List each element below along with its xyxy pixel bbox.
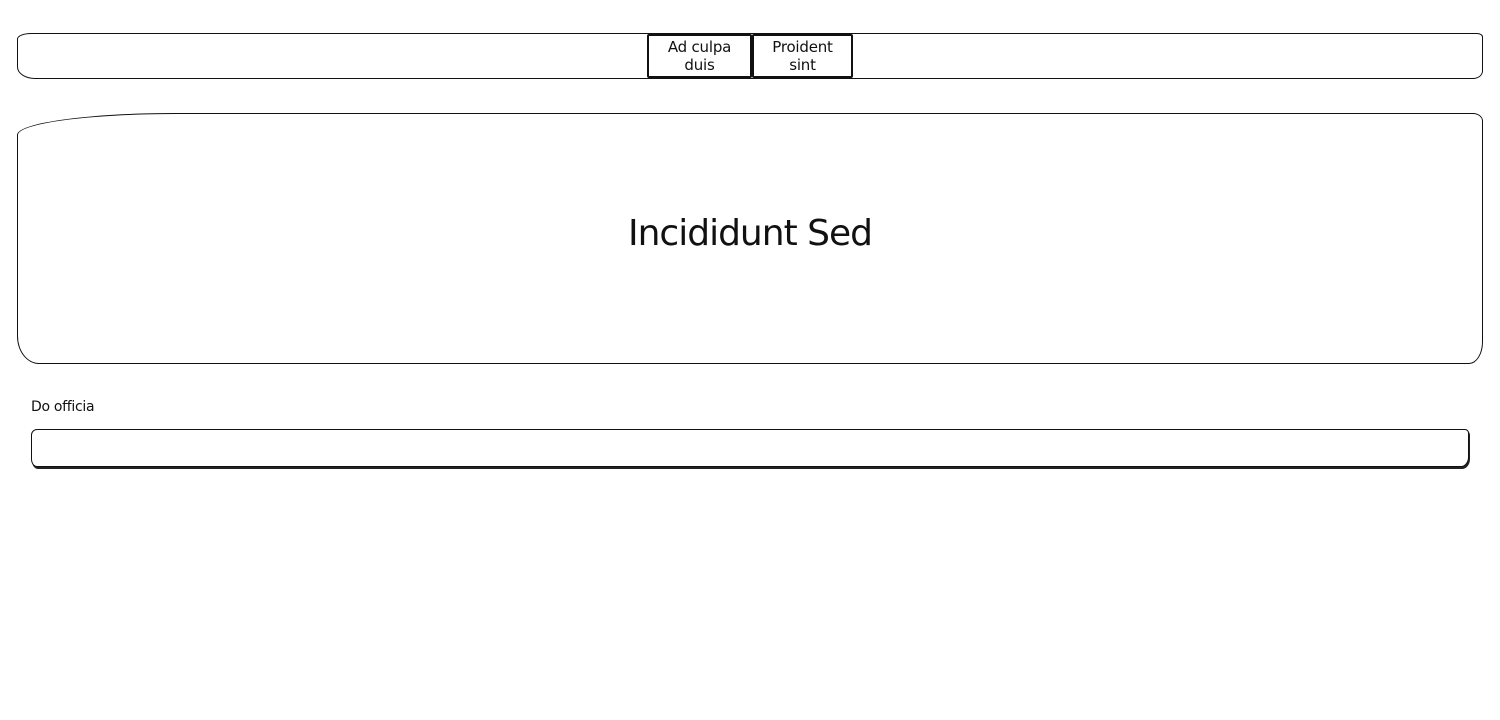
do-officia-input[interactable]	[31, 429, 1469, 467]
nav-button-group: Ad culpa duis Proident sint	[647, 34, 853, 78]
nav-button-ad-culpa-duis[interactable]: Ad culpa duis	[647, 34, 752, 78]
hero-panel: Incididunt Sed	[17, 113, 1483, 364]
do-officia-label: Do officia	[31, 399, 95, 415]
hero-title: Incididunt Sed	[628, 213, 873, 254]
nav-button-proident-sint[interactable]: Proident sint	[752, 34, 853, 78]
page: Ad culpa duis Proident sint Incididunt S…	[0, 0, 1500, 720]
